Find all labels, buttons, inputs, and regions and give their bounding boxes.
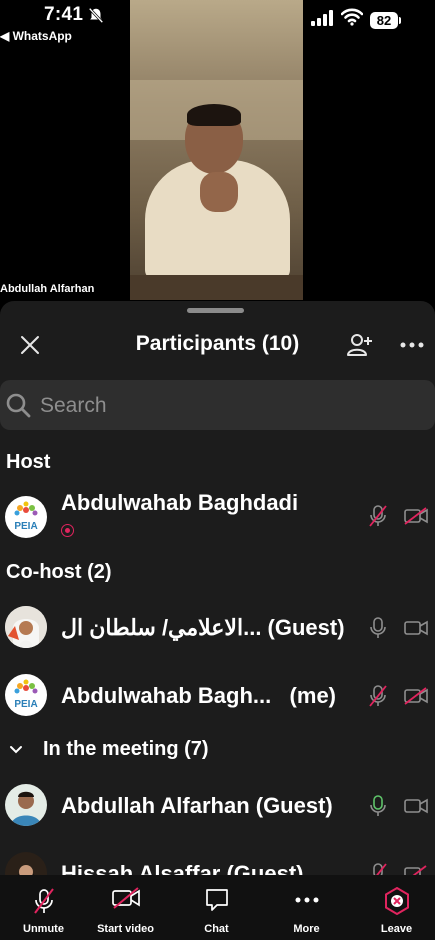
bell-muted-icon — [88, 7, 104, 24]
video-off-icon[interactable] — [404, 865, 428, 875]
add-participant-icon[interactable] — [347, 332, 373, 358]
peia-logo-avatar: PEIA — [5, 674, 47, 716]
start-video-button[interactable]: Start video — [82, 875, 169, 940]
participant-photo-avatar — [5, 852, 47, 875]
clock: 7:41 — [44, 4, 84, 25]
meeting-toolbar: Unmute Start video Chat More Leave — [0, 875, 435, 940]
participant-photo-avatar — [5, 606, 47, 648]
mic-icon[interactable] — [368, 616, 388, 640]
signal-icon — [311, 10, 333, 26]
chat-icon — [205, 889, 228, 911]
participant-photo-avatar — [5, 784, 47, 826]
chevron-down-icon[interactable] — [9, 745, 23, 755]
more-options-icon[interactable] — [400, 342, 424, 348]
mic-muted-icon[interactable] — [368, 504, 388, 528]
participant-row-self[interactable]: PEIA Abdulwahab Bagh... (me) — [0, 666, 435, 724]
wifi-icon — [341, 8, 363, 26]
video-icon[interactable] — [404, 797, 428, 815]
leave-label: Leave — [380, 923, 413, 935]
mic-muted-icon — [33, 888, 54, 914]
participant-row[interactable]: Hissah Alsaffar (Guest) — [0, 844, 435, 875]
speaker-name-label: Abdullah Alfarhan — [0, 283, 95, 295]
svg-text:PEIA: PEIA — [14, 521, 37, 532]
video-icon[interactable] — [404, 619, 428, 637]
speaker-hair — [187, 104, 241, 126]
battery-indicator: 82 — [370, 12, 398, 29]
battery-tip — [399, 17, 401, 24]
section-cohost: Co-host (2) — [6, 561, 112, 583]
recording-icon — [61, 524, 74, 537]
search-input[interactable] — [38, 388, 422, 424]
peia-logo-avatar: PEIA — [5, 496, 47, 538]
participant-row[interactable]: PEIA Abdulwahab Baghdadi — [0, 486, 435, 544]
participant-name: الاعلامي/ سلطان ال... (Guest) — [61, 615, 345, 640]
participant-name: Abdulwahab Bagh... (me) — [61, 683, 337, 708]
video-off-icon[interactable] — [404, 687, 428, 705]
chat-button[interactable]: Chat — [173, 875, 260, 940]
participant-name: Abdulwahab Baghdadi — [61, 490, 299, 515]
video-desk — [130, 275, 303, 300]
mic-active-icon[interactable] — [368, 794, 388, 818]
more-icon — [295, 897, 318, 903]
unmute-label: Unmute — [23, 923, 64, 935]
section-in-meeting[interactable]: In the meeting (7) — [43, 738, 209, 761]
leave-button[interactable]: Leave — [353, 875, 435, 940]
section-host: Host — [6, 451, 51, 473]
more-button[interactable]: More — [263, 875, 350, 940]
sheet-grabber[interactable] — [187, 308, 244, 313]
unmute-button[interactable]: Unmute — [0, 875, 87, 940]
speaker-hand — [200, 172, 238, 212]
more-label: More — [293, 923, 320, 935]
svg-text:PEIA: PEIA — [14, 699, 37, 710]
status-bar: 7:41 ◀ WhatsApp 82 — [0, 0, 435, 48]
back-to-app-link[interactable]: ◀ WhatsApp — [0, 29, 72, 43]
participant-name: Hissah Alsaffar (Guest) — [61, 861, 304, 875]
start-video-label: Start video — [97, 923, 154, 935]
participant-row[interactable]: الاعلامي/ سلطان ال... (Guest) — [0, 598, 435, 656]
mic-muted-icon[interactable] — [368, 862, 388, 875]
participant-name: Abdullah Alfarhan (Guest) — [61, 793, 333, 818]
search-icon — [6, 393, 31, 418]
chat-label: Chat — [204, 923, 229, 935]
participant-row[interactable]: Abdullah Alfarhan (Guest) — [0, 776, 435, 834]
mic-muted-icon[interactable] — [368, 684, 388, 708]
video-off-icon — [111, 887, 140, 909]
video-off-icon[interactable] — [404, 507, 428, 525]
search-bar[interactable] — [0, 380, 435, 430]
leave-icon — [384, 887, 409, 915]
